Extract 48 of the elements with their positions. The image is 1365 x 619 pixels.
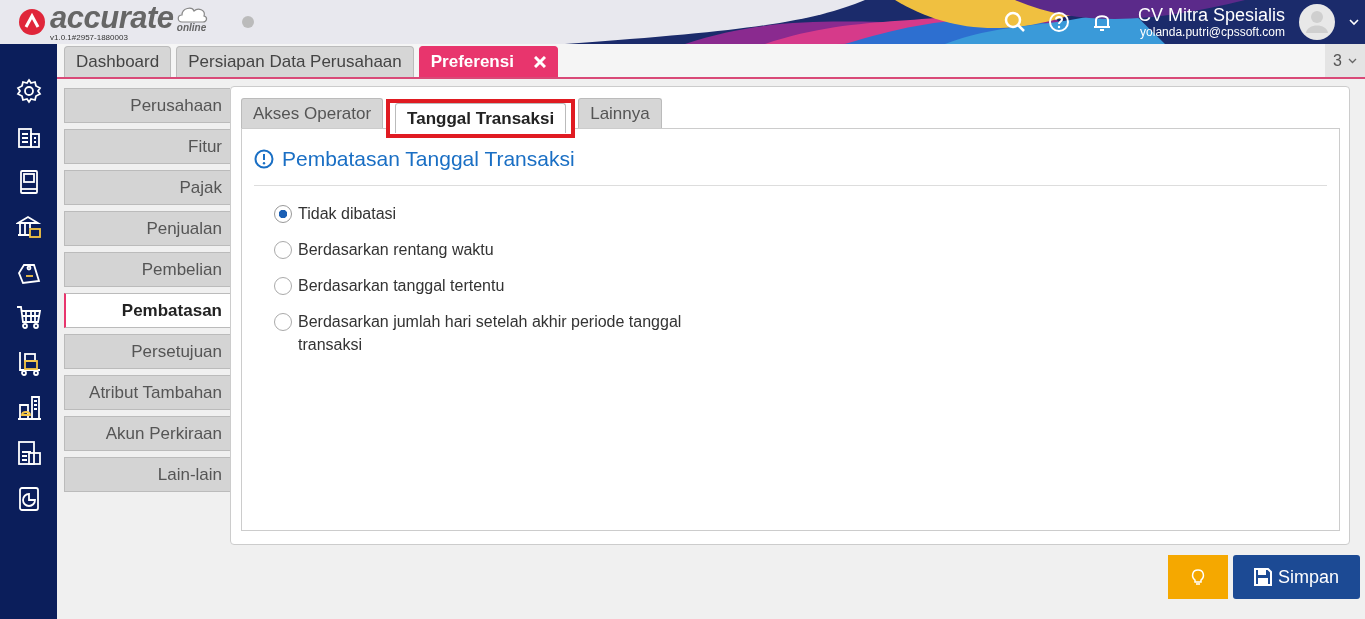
search-icon[interactable] (1003, 11, 1026, 33)
user-email: yolanda.putri@cpssoft.com (1140, 24, 1285, 40)
radio-button[interactable] (274, 241, 292, 259)
page-tab[interactable]: Persiapan Data Perusahaan (176, 46, 414, 77)
radio-button[interactable] (274, 277, 292, 295)
close-icon[interactable] (533, 56, 546, 68)
gear-icon[interactable] (15, 78, 42, 104)
bank-icon[interactable] (15, 213, 42, 240)
info-icon (254, 149, 274, 169)
logo-subtitle: online (176, 22, 207, 33)
sub-tab[interactable]: Lainnya (578, 98, 662, 128)
sub-tab[interactable]: Akses Operator (241, 98, 384, 128)
caret-icon[interactable] (1349, 18, 1359, 26)
cart-icon[interactable] (15, 304, 42, 331)
preference-menu-item[interactable]: Atribut Tambahan (64, 375, 230, 410)
avatar-icon[interactable] (1299, 4, 1335, 40)
status-dot (241, 16, 254, 28)
preference-menu-item[interactable]: Fitur (64, 129, 230, 164)
preference-menu-item[interactable]: Akun Perkiraan (64, 416, 230, 451)
help-icon[interactable] (1047, 11, 1070, 33)
preference-menu-item[interactable]: Penjualan (64, 211, 230, 246)
option-label: Berdasarkan rentang waktu (298, 240, 494, 260)
tax-document-icon[interactable] (15, 440, 42, 467)
preference-menu-item[interactable]: Perusahaan (64, 88, 230, 123)
sub-tab[interactable]: Tanggal Transaksi (395, 103, 567, 133)
chevron-down-icon[interactable] (1348, 57, 1357, 64)
cloud-icon (175, 4, 208, 23)
version-text: v1.0.1#2957-1880003 (50, 32, 129, 42)
company-name: CV Mitra Spesialis (1137, 4, 1285, 25)
preference-menu-item[interactable]: Pembelian (64, 252, 230, 287)
tab-count-dropdown[interactable]: 3 (1325, 44, 1365, 77)
preference-menu-item[interactable]: Pembatasan (64, 293, 230, 328)
logo-icon (18, 8, 46, 36)
factory-icon[interactable] (15, 395, 42, 422)
radio-button[interactable] (274, 205, 292, 223)
logo-wordmark: accurate (50, 2, 174, 33)
page-tab[interactable]: Preferensi (418, 46, 558, 77)
option-label: Berdasarkan jumlah hari setelah akhir periode tanggal transaksi (298, 312, 683, 355)
option-label: Tidak dibatasi (298, 204, 397, 224)
preference-menu-item[interactable]: Pajak (64, 170, 230, 205)
option-label: Berdasarkan tanggal tertentu (298, 276, 505, 296)
lightbulb-icon (1190, 568, 1206, 586)
preference-menu-item[interactable]: Persetujuan (64, 334, 230, 369)
radio-button[interactable] (274, 313, 292, 331)
section-title: Pembatasan Tanggal Transaksi (282, 147, 575, 171)
save-button[interactable]: Simpan (1233, 555, 1360, 599)
preference-menu-item[interactable]: Lain-lain (64, 457, 230, 492)
page-tab[interactable]: Dashboard (64, 46, 172, 77)
